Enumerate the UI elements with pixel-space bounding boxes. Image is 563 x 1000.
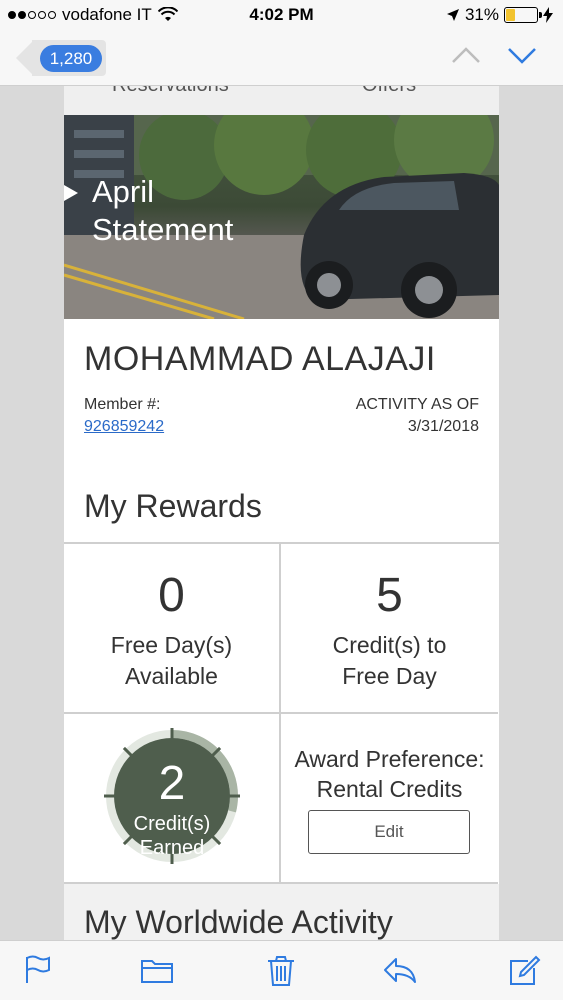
previous-message-chevron-up-icon[interactable] bbox=[450, 44, 482, 66]
nav-link-reservations[interactable]: Reservations bbox=[112, 86, 229, 97]
activity-date: 3/31/2018 bbox=[407, 418, 479, 435]
hero-banner: April Statement bbox=[64, 115, 499, 319]
trash-icon[interactable] bbox=[266, 955, 296, 987]
award-label-line1: Award Preference: bbox=[294, 746, 485, 772]
battery-percent: 31% bbox=[464, 5, 499, 24]
rewards-grid: 0 Free Day(s) Available 5 Credit(s) to F… bbox=[64, 542, 499, 884]
credits-to-free-day-value: 5 bbox=[376, 569, 403, 622]
member-number-link[interactable]: 926859242 bbox=[84, 418, 164, 436]
unread-count-badge: 1,280 bbox=[40, 45, 102, 72]
folder-icon[interactable] bbox=[140, 955, 174, 985]
status-bar: vodafone IT 4:02 PM 31% bbox=[0, 0, 563, 30]
activity-as-of-label: ACTIVITY AS OF bbox=[355, 396, 479, 413]
mail-toolbar bbox=[0, 940, 563, 1000]
back-button[interactable]: 1,280 bbox=[14, 40, 106, 76]
battery-level bbox=[506, 9, 516, 21]
battery-icon bbox=[504, 7, 542, 23]
free-days-label-line2: Available bbox=[125, 663, 218, 689]
worldwide-activity-section: My Worldwide Activity bbox=[64, 884, 499, 940]
mail-navbar: 1,280 bbox=[0, 30, 563, 86]
status-right: 31% bbox=[446, 5, 553, 25]
hero-title-line1: April bbox=[92, 174, 155, 209]
hero-title-line2: Statement bbox=[92, 212, 234, 247]
compose-icon[interactable] bbox=[508, 955, 542, 987]
member-name: MOHAMMAD ALAJAJI bbox=[84, 340, 436, 378]
flag-icon[interactable] bbox=[24, 955, 52, 985]
free-days-cell: 0 Free Day(s) Available bbox=[64, 544, 281, 714]
credits-earned-label-line2: Earned bbox=[139, 837, 205, 859]
credits-to-free-day-label: Credit(s) to Free Day bbox=[281, 630, 498, 692]
free-days-label-line1: Free Day(s) bbox=[110, 632, 233, 658]
email-top-nav: Reservations Offers bbox=[64, 86, 499, 115]
charging-bolt-icon bbox=[543, 7, 553, 23]
free-days-value: 0 bbox=[158, 569, 185, 622]
credits-earned-value: 2 bbox=[158, 757, 186, 810]
award-preference-cell: Award Preference: Rental Credits Edit bbox=[281, 714, 498, 884]
credits-to-free-day-cell: 5 Credit(s) to Free Day bbox=[281, 544, 498, 714]
credits-to-free-label-line2: Free Day bbox=[342, 663, 437, 689]
credits-gauge: 2 Credit(s) Earned bbox=[102, 726, 242, 866]
credits-earned-label: Credit(s) Earned bbox=[102, 812, 242, 860]
credits-to-free-label-line1: Credit(s) to bbox=[332, 632, 447, 658]
next-message-chevron-down-icon[interactable] bbox=[506, 44, 538, 66]
free-days-label: Free Day(s) Available bbox=[64, 630, 279, 692]
award-label-line2: Rental Credits bbox=[316, 776, 463, 802]
credits-earned-cell: 2 Credit(s) Earned bbox=[64, 714, 281, 884]
nav-link-offers[interactable]: Offers bbox=[362, 86, 416, 97]
hero-title: April Statement bbox=[92, 173, 233, 249]
worldwide-activity-title: My Worldwide Activity bbox=[84, 904, 393, 940]
rewards-section-title: My Rewards bbox=[84, 488, 262, 524]
location-arrow-icon bbox=[446, 9, 459, 21]
member-number-label: Member #: bbox=[84, 396, 161, 413]
credits-earned-label-line1: Credit(s) bbox=[133, 813, 211, 835]
reply-icon[interactable] bbox=[382, 955, 418, 985]
hero-marker-triangle bbox=[64, 185, 78, 201]
email-body: Reservations Offers April State bbox=[64, 86, 499, 940]
edit-award-button[interactable]: Edit bbox=[308, 810, 470, 854]
award-preference-label: Award Preference: Rental Credits bbox=[281, 744, 498, 804]
